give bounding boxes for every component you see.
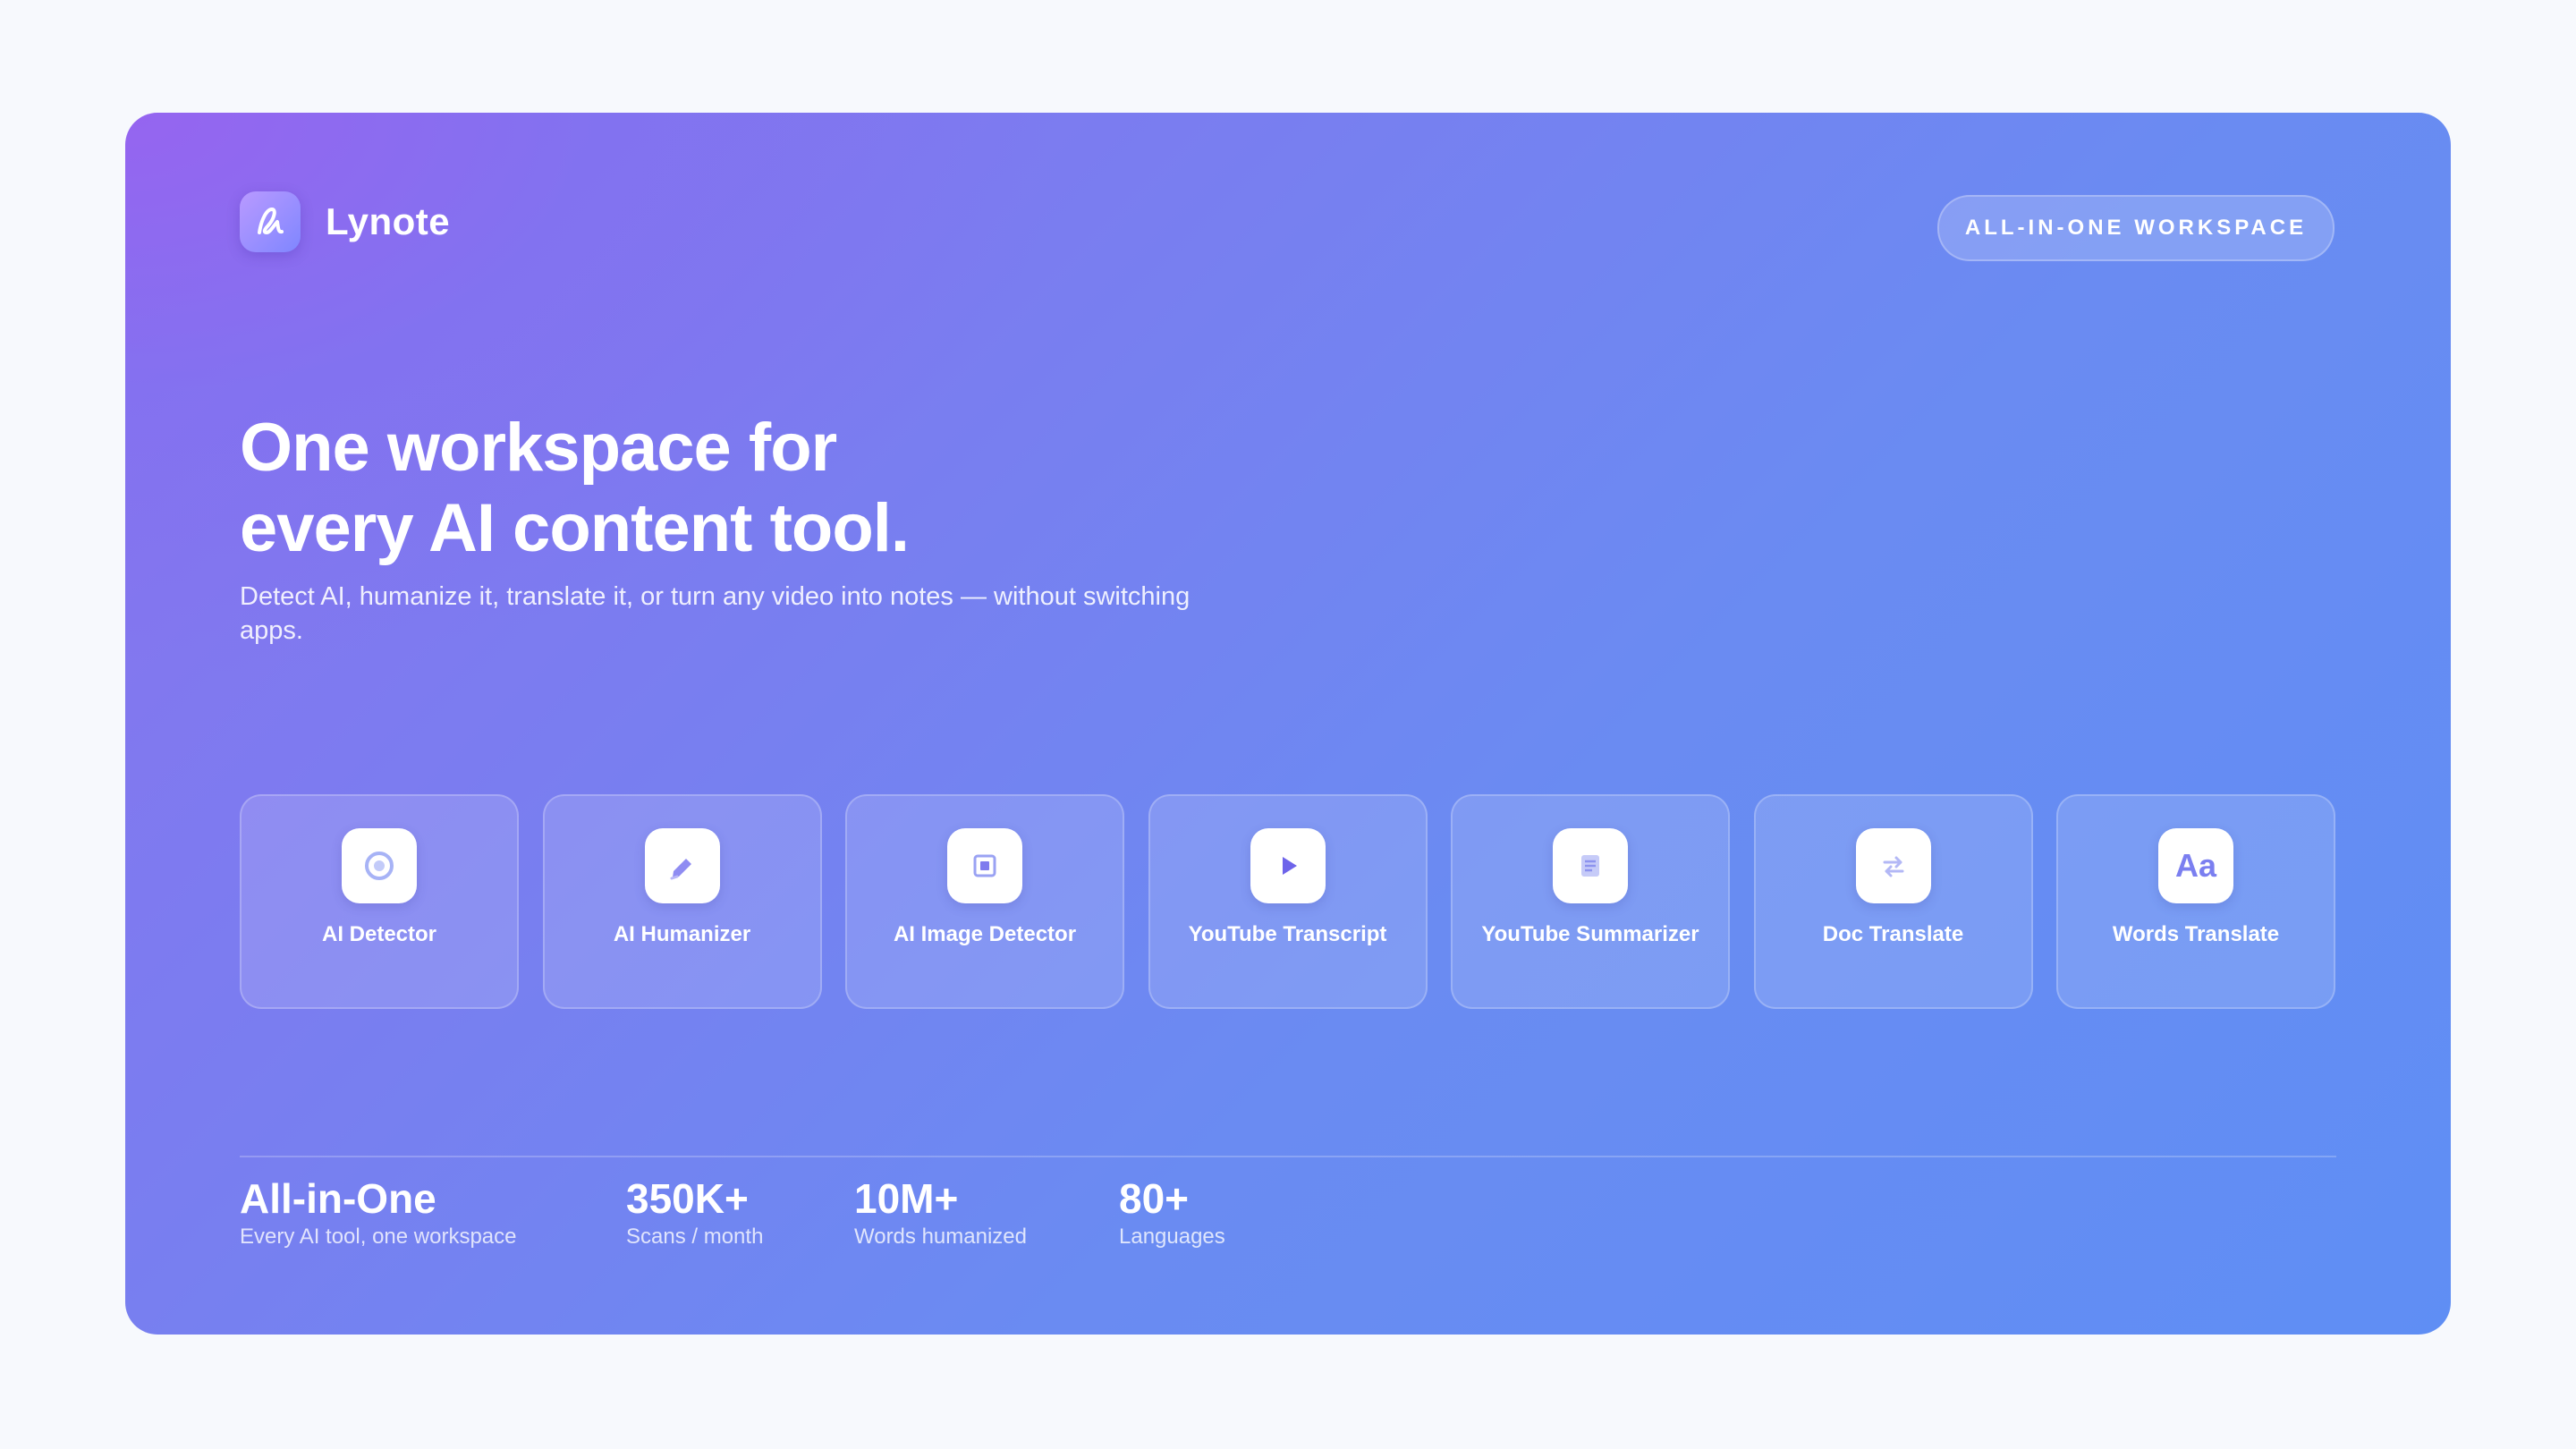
swap-arrows-icon [1855,828,1931,903]
stat-label: Scans / month [626,1224,764,1249]
stat-label: Words humanized [854,1224,1027,1249]
brand[interactable]: Lynote [240,191,450,252]
document-icon [1553,828,1628,903]
workspace-badge: ALL-IN-ONE WORKSPACE [1937,195,2334,261]
headline-line-2: every AI content tool. [240,490,910,566]
shield-icon [342,828,417,903]
tool-grid: AI Detector AI Humanizer AI Image Detect… [240,794,2335,1009]
stats-divider [240,1156,2336,1157]
stat-words-humanized: 10M+ Words humanized [854,1174,1027,1250]
tool-card-youtube-summarizer[interactable]: YouTube Summarizer [1451,794,1730,1009]
stat-value: 350K+ [626,1175,749,1222]
stat-languages: 80+ Languages [1119,1174,1225,1250]
stat-scans: 350K+ Scans / month [626,1174,763,1250]
lynote-logo-icon [240,191,301,252]
tool-card-words-translate[interactable]: Aa Words Translate [2056,794,2335,1009]
tool-card-ai-detector[interactable]: AI Detector [240,794,519,1009]
tool-label: AI Humanizer [613,922,751,946]
tool-card-ai-humanizer[interactable]: AI Humanizer [542,794,822,1009]
tool-card-youtube-transcript[interactable]: YouTube Transcript [1148,794,1428,1009]
tool-card-ai-image-detector[interactable]: AI Image Detector [845,794,1124,1009]
play-icon [1250,828,1326,903]
text-aa-icon: Aa [2158,828,2233,903]
tool-label: AI Image Detector [893,922,1077,946]
stat-all-in-one: All-in-One Every AI tool, one workspace [240,1174,517,1250]
tool-label: Doc Translate [1822,922,1964,946]
hero-card: Lynote ALL-IN-ONE WORKSPACE One workspac… [125,113,2451,1335]
brand-name: Lynote [326,200,451,242]
headline-line-1: One workspace for [240,410,837,486]
tool-label: Words Translate [2112,922,2280,946]
image-frame-icon [947,828,1022,903]
tool-label: YouTube Transcript [1188,922,1387,946]
stat-label: Every AI tool, one workspace [240,1224,517,1249]
stat-value: All-in-One [240,1175,436,1222]
tool-label: AI Detector [321,922,437,946]
tool-label: YouTube Summarizer [1481,922,1699,946]
page-subheadline: Detect AI, humanize it, translate it, or… [240,582,1191,645]
stat-value: 80+ [1119,1175,1190,1222]
stat-label: Languages [1119,1224,1225,1249]
stat-value: 10M+ [854,1175,959,1222]
page-headline: One workspace for every AI content tool. [240,408,910,569]
tool-card-doc-translate[interactable]: Doc Translate [1753,794,2033,1009]
pen-icon [644,828,720,903]
